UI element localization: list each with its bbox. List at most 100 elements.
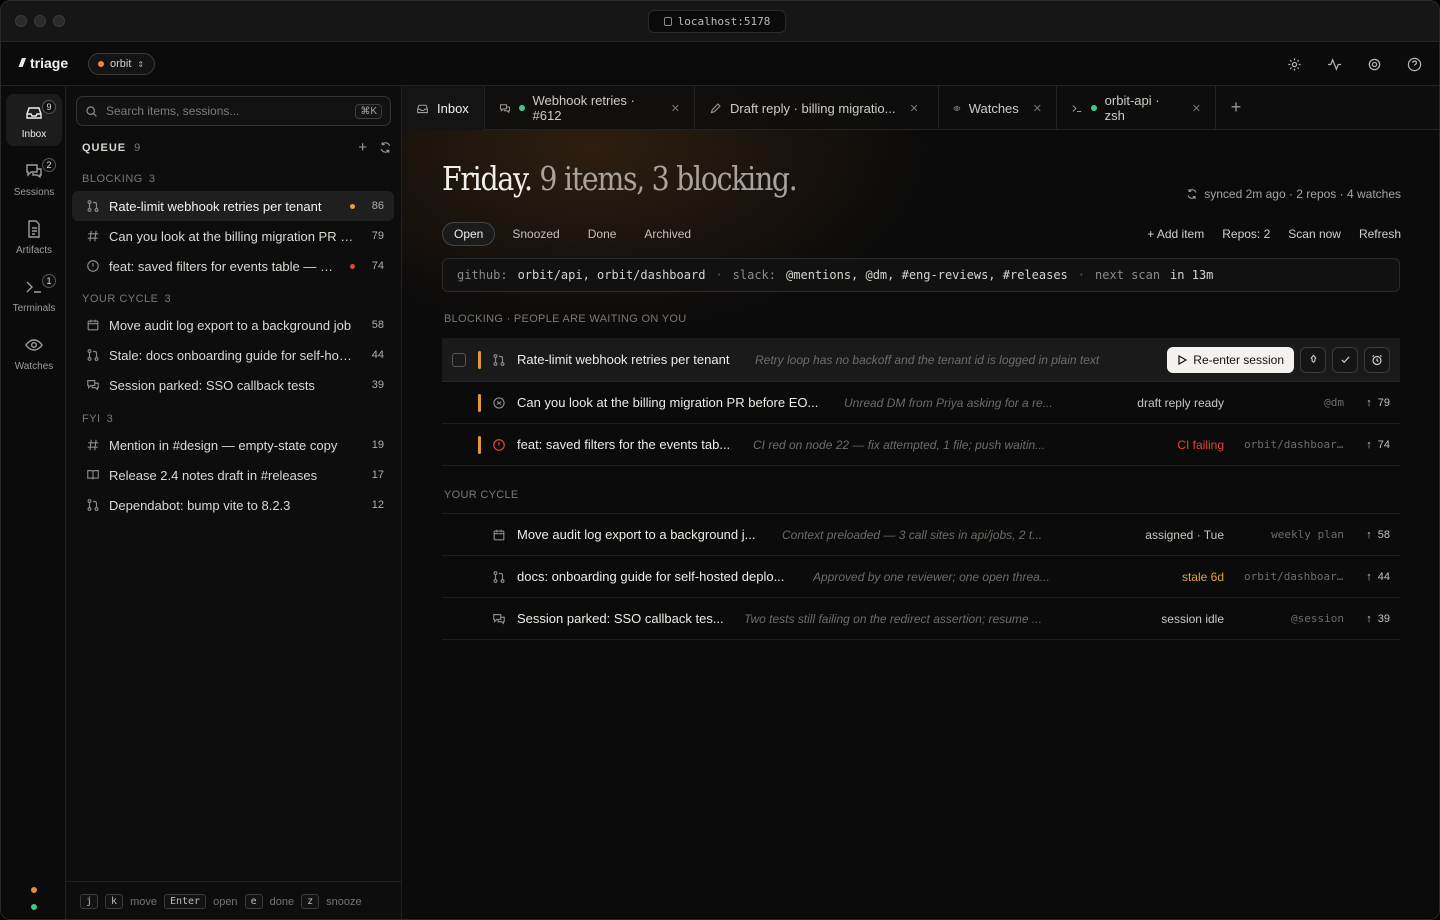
rail-item-sessions[interactable]: 2 Sessions [6, 152, 62, 204]
table-row[interactable]: Rate-limit webhook retries per tenant Re… [442, 338, 1400, 382]
filter-open[interactable]: Open [442, 222, 496, 246]
re-enter-session-button[interactable]: Re-enter session [1167, 346, 1294, 373]
new-tab-button[interactable]: + [1216, 86, 1256, 129]
activity-icon[interactable] [1325, 55, 1343, 73]
settings-icon[interactable] [1285, 55, 1303, 73]
rail-badge: 2 [42, 158, 56, 172]
pin-button[interactable] [1300, 346, 1326, 373]
tab-watches[interactable]: Watches ✕ [939, 86, 1057, 130]
slack-channels: @mentions, @dm, #eng-reviews, #releases [786, 268, 1068, 282]
table-row[interactable]: docs: onboarding guide for self-hosted d… [442, 556, 1400, 598]
chat-icon [26, 164, 42, 179]
search-input[interactable] [106, 104, 348, 118]
queue-item[interactable]: Stale: docs onboarding guide for self-ho… [72, 340, 394, 370]
url-bar[interactable]: localhost:5178 [648, 10, 786, 33]
close-tab-icon[interactable]: ✕ [671, 102, 680, 115]
queue-item[interactable]: Move audit log export to a background jo… [72, 310, 394, 340]
zoom-window-button[interactable] [53, 15, 65, 27]
tab-label: orbit-api · zsh [1104, 93, 1160, 123]
row-description: Retry loop has no backoff and the tenant… [755, 352, 1100, 367]
re-enter-session-label: Re-enter session [1193, 352, 1284, 367]
queue-item[interactable]: Can you look at the billing migration PR… [72, 221, 394, 251]
key-hint: k [105, 894, 124, 909]
filter-done[interactable]: Done [577, 222, 628, 246]
queue-title: QUEUE [82, 142, 127, 154]
filter-archived[interactable]: Archived [633, 222, 702, 246]
filter-snoozed[interactable]: Snoozed [501, 222, 570, 246]
close-tab-icon[interactable]: ✕ [1033, 102, 1042, 115]
headline-day: Friday. [442, 159, 533, 198]
main-panel: Inbox Webhook retries · #612 ✕ Draft rep… [402, 86, 1439, 919]
page-title: Friday. 9 items, 3 blocking. [442, 159, 798, 198]
tab-draft-reply[interactable]: Draft reply · billing migratio... ✕ [695, 86, 939, 130]
queue-item[interactable]: Session parked: SSO callback tests 39 [72, 370, 394, 400]
hash-icon [87, 439, 99, 451]
queue-item-title: Can you look at the billing migration PR… [109, 228, 355, 244]
queue-item[interactable]: Release 2.4 notes draft in #releases 17 [72, 460, 394, 490]
row-score: ↑ 79 [1366, 397, 1390, 409]
score-value: 44 [1377, 570, 1390, 583]
row-description: CI red on node 22 — fix attempted, 1 fil… [753, 437, 1046, 452]
row-title: Can you look at the billing migration PR… [517, 395, 819, 410]
queue-item[interactable]: Rate-limit webhook retries per tenant 86 [72, 191, 394, 221]
hint-label: move [130, 895, 157, 908]
queue-item[interactable]: feat: saved filters for events table — C… [72, 251, 394, 281]
refresh-button[interactable]: Refresh [1359, 227, 1401, 241]
brand[interactable]: /// triage [19, 55, 68, 71]
pin-icon [1309, 354, 1317, 364]
hint-label: open [213, 895, 238, 908]
pull-request-icon [87, 499, 99, 511]
rail-item-watches[interactable]: Watches [6, 326, 62, 378]
add-item-button[interactable]: + Add item [1147, 227, 1204, 241]
workspace-switcher[interactable]: orbit ⇕ [88, 53, 156, 75]
arrow-up-icon: ↑ [1366, 612, 1372, 625]
row-checkbox[interactable] [452, 352, 466, 367]
key-hint: j [80, 894, 99, 909]
table-row[interactable]: Move audit log export to a background j.… [442, 514, 1400, 556]
mark-done-button[interactable] [1332, 346, 1358, 373]
row-score: ↑ 44 [1366, 571, 1390, 583]
help-icon[interactable] [1405, 55, 1423, 73]
sync-text: synced 2m ago · 2 repos · 4 watches [1204, 187, 1401, 201]
close-window-button[interactable] [15, 15, 27, 27]
table-row[interactable]: Can you look at the billing migration PR… [442, 382, 1400, 424]
tab-inbox[interactable]: Inbox [402, 86, 485, 130]
tab-webhook-retries[interactable]: Webhook retries · #612 ✕ [485, 86, 695, 130]
refresh-icon[interactable] [379, 141, 392, 154]
table-row[interactable]: feat: saved filters for the events tab..… [442, 424, 1400, 466]
queue-item-score: 58 [371, 319, 384, 331]
rail-item-terminals[interactable]: 1 Terminals [6, 268, 62, 320]
snooze-button[interactable] [1364, 346, 1390, 373]
gear-icon[interactable] [1365, 55, 1383, 73]
close-tab-icon[interactable]: ✕ [1192, 102, 1201, 115]
queue-header: QUEUE 9 + [82, 138, 392, 158]
queue-item[interactable]: Dependabot: bump vite to 8.2.3 12 [72, 490, 394, 520]
rail-label: Sessions [13, 187, 55, 198]
add-icon[interactable]: + [358, 140, 367, 155]
rail-item-artifacts[interactable]: Artifacts [6, 210, 62, 262]
repos-button[interactable]: Repos: 2 [1222, 227, 1270, 241]
group-header-your-cycle: YOUR CYCLE 3 [82, 293, 171, 305]
tab-label: Watches [968, 100, 1019, 116]
arrow-up-icon: ↑ [1366, 570, 1372, 583]
logo-icon: /// [19, 56, 25, 70]
scan-now-button[interactable]: Scan now [1288, 227, 1341, 241]
search-box[interactable]: ⌘K [76, 96, 391, 126]
table-row[interactable]: Session parked: SSO callback tes... Two … [442, 598, 1400, 640]
row-title: Move audit log export to a background j.… [517, 527, 756, 542]
workspace-dot [98, 61, 104, 67]
score-value: 39 [1377, 612, 1390, 625]
tab-label: Draft reply · billing migratio... [730, 100, 896, 116]
chat-icon [493, 613, 505, 625]
queue-sidebar: ⌘K QUEUE 9 + BLOCKING 3 Rate-limit webhoo… [66, 86, 402, 919]
tab-terminal[interactable]: orbit-api · zsh ✕ [1057, 86, 1216, 130]
close-tab-icon[interactable]: ✕ [909, 102, 918, 115]
rail-item-inbox[interactable]: 9 Inbox [6, 94, 62, 146]
queue-item[interactable]: Mention in #design — empty-state copy 19 [72, 430, 394, 460]
rail-label: Inbox [21, 129, 47, 140]
minimize-window-button[interactable] [34, 15, 46, 27]
key-hint: Enter [163, 894, 207, 909]
tab-label: Webhook retries · #612 [532, 93, 635, 123]
row-status: session idle [1161, 611, 1224, 626]
row-status: stale 6d [1181, 569, 1224, 584]
